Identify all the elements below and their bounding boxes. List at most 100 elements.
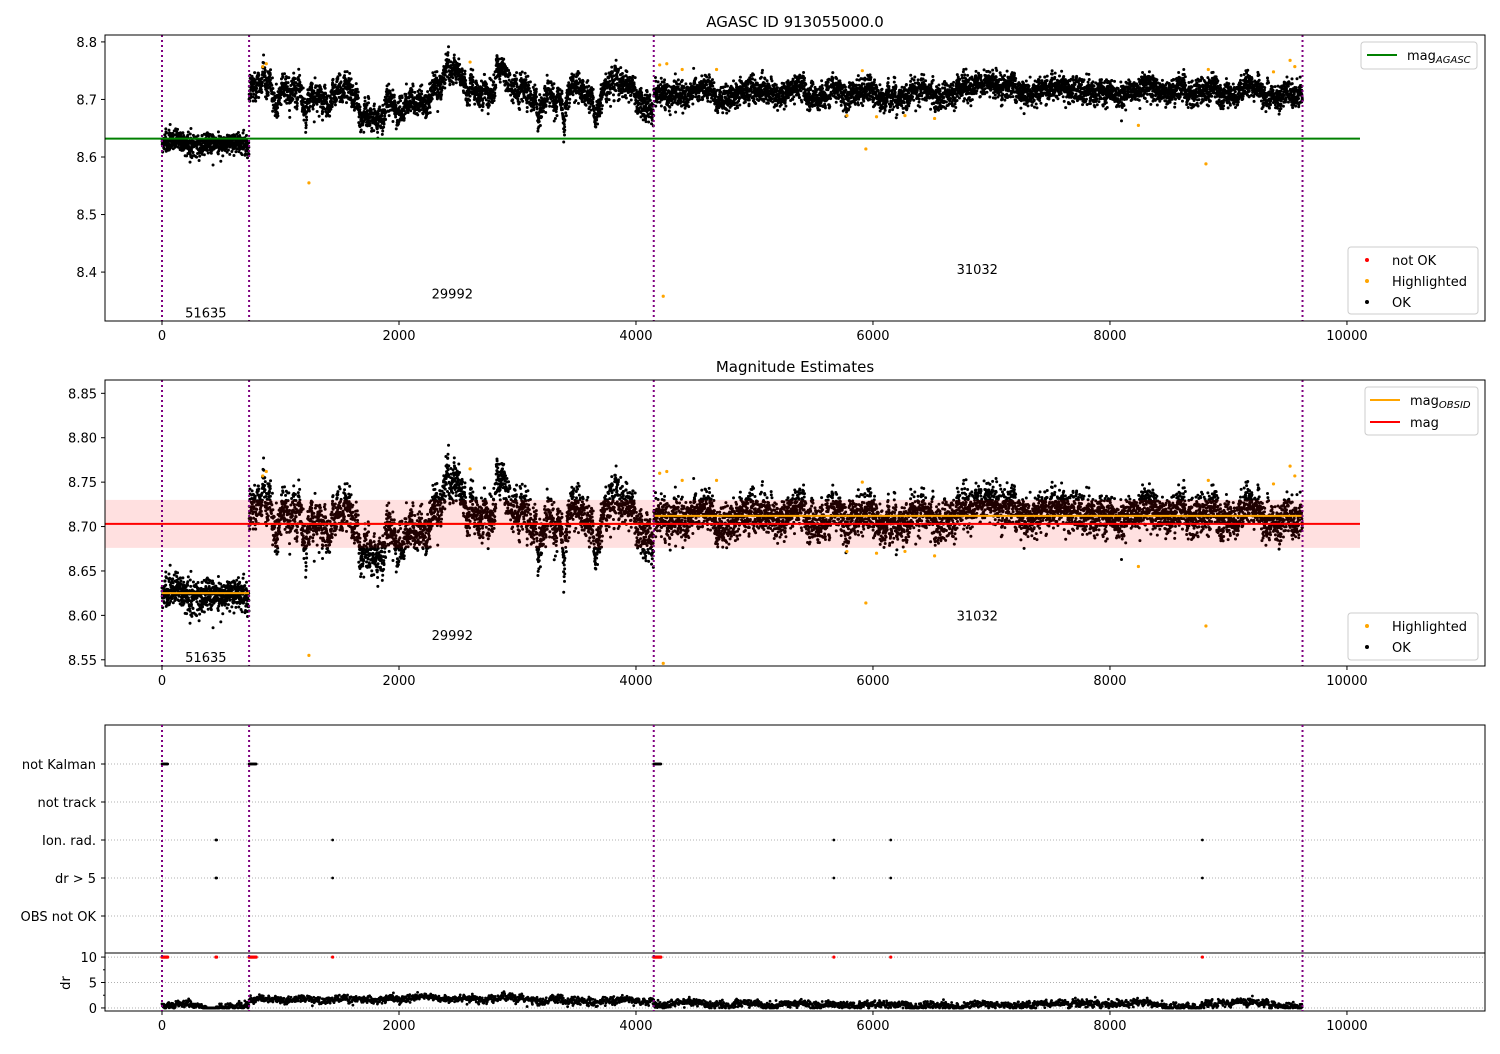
ok-point bbox=[364, 106, 368, 110]
ok-point bbox=[410, 90, 414, 94]
ok-point bbox=[568, 101, 572, 105]
ok-point bbox=[342, 91, 346, 95]
ok-point bbox=[545, 73, 549, 77]
ok-point bbox=[587, 84, 591, 88]
ok-point bbox=[302, 118, 306, 122]
ok-point bbox=[804, 82, 808, 86]
ok-point bbox=[391, 119, 395, 123]
ok-point bbox=[564, 114, 568, 118]
ok-point bbox=[548, 101, 552, 105]
ok-point bbox=[576, 101, 580, 105]
ok-point bbox=[206, 151, 210, 155]
ok-point bbox=[554, 110, 558, 114]
ok-point bbox=[619, 66, 623, 70]
ok-point bbox=[292, 71, 296, 75]
ok-point bbox=[494, 85, 498, 89]
ok-point bbox=[271, 87, 275, 91]
ok-point bbox=[694, 76, 698, 80]
ok-point bbox=[202, 153, 206, 157]
ok-point bbox=[678, 82, 682, 86]
ok-point bbox=[800, 100, 804, 104]
ok-point bbox=[587, 111, 591, 115]
ok-point bbox=[428, 105, 432, 109]
ok-point bbox=[372, 129, 376, 133]
ok-point bbox=[648, 93, 652, 97]
ok-point bbox=[607, 98, 611, 102]
ok-point bbox=[684, 82, 688, 86]
ok-point bbox=[686, 100, 690, 104]
ok-point bbox=[629, 98, 633, 102]
ok-point bbox=[444, 70, 448, 74]
ok-point bbox=[266, 91, 270, 95]
ok-point bbox=[259, 88, 263, 92]
ok-point bbox=[538, 93, 542, 97]
ok-point bbox=[792, 102, 796, 106]
ok-point bbox=[682, 86, 686, 90]
ok-point bbox=[283, 72, 287, 76]
ok-point bbox=[797, 96, 801, 100]
ok-point bbox=[260, 84, 264, 88]
ok-point bbox=[416, 113, 420, 117]
ok-point bbox=[269, 68, 273, 72]
ok-point bbox=[612, 99, 616, 103]
ok-point bbox=[706, 99, 710, 103]
figure-canvas: AGASC ID 913055000.05163529992310320 2000… bbox=[21, 13, 1486, 1034]
ok-point bbox=[457, 57, 461, 61]
ok-point bbox=[647, 120, 651, 124]
ok-point bbox=[525, 105, 529, 109]
ok-point bbox=[433, 73, 437, 77]
ok-point bbox=[738, 75, 742, 79]
ok-point bbox=[376, 122, 380, 126]
ok-point bbox=[176, 127, 180, 131]
ok-point bbox=[255, 86, 259, 90]
ok-point bbox=[376, 112, 380, 116]
ok-point bbox=[664, 88, 668, 92]
ok-point bbox=[443, 78, 447, 82]
ok-point bbox=[609, 104, 613, 108]
ok-point bbox=[563, 133, 567, 137]
ok-point bbox=[195, 155, 199, 159]
figure: AGASC ID 913055000.0 51635 29992 31032 0 2000… bbox=[0, 0, 1500, 1050]
ok-point bbox=[760, 68, 764, 72]
ok-point bbox=[797, 93, 801, 97]
ok-point bbox=[680, 78, 684, 82]
ok-point bbox=[608, 91, 612, 95]
ok-point bbox=[632, 82, 636, 86]
ok-point bbox=[363, 96, 367, 100]
ok-point bbox=[468, 98, 472, 102]
ok-point bbox=[639, 86, 643, 90]
ok-point bbox=[480, 108, 484, 112]
ok-point bbox=[270, 83, 274, 87]
ok-point bbox=[409, 109, 413, 113]
ok-point bbox=[305, 118, 309, 122]
ok-point bbox=[293, 94, 297, 98]
ok-point bbox=[402, 116, 406, 120]
ok-point bbox=[295, 101, 299, 105]
ok-point bbox=[748, 93, 752, 97]
ok-point bbox=[286, 81, 290, 85]
ok-point bbox=[623, 93, 627, 97]
ok-point bbox=[399, 99, 403, 103]
ok-point bbox=[574, 99, 578, 103]
ok-point bbox=[270, 76, 274, 80]
ok-point bbox=[551, 86, 555, 90]
ok-point bbox=[533, 83, 537, 87]
ok-point bbox=[752, 97, 756, 101]
ok-point bbox=[725, 84, 729, 88]
ok-point bbox=[523, 71, 527, 75]
ok-point bbox=[393, 100, 397, 104]
ok-point bbox=[512, 84, 516, 88]
ok-point bbox=[586, 79, 590, 83]
ok-point bbox=[315, 109, 319, 113]
ok-point bbox=[563, 118, 567, 122]
ok-point bbox=[276, 114, 280, 118]
ok-point bbox=[313, 76, 317, 80]
ok-point bbox=[333, 103, 337, 107]
ok-point bbox=[564, 111, 568, 115]
ok-point bbox=[553, 117, 557, 121]
ok-point bbox=[367, 97, 371, 101]
ok-point bbox=[701, 97, 705, 101]
ok-point bbox=[692, 95, 696, 99]
ok-point bbox=[600, 107, 604, 111]
ok-point bbox=[328, 114, 332, 118]
